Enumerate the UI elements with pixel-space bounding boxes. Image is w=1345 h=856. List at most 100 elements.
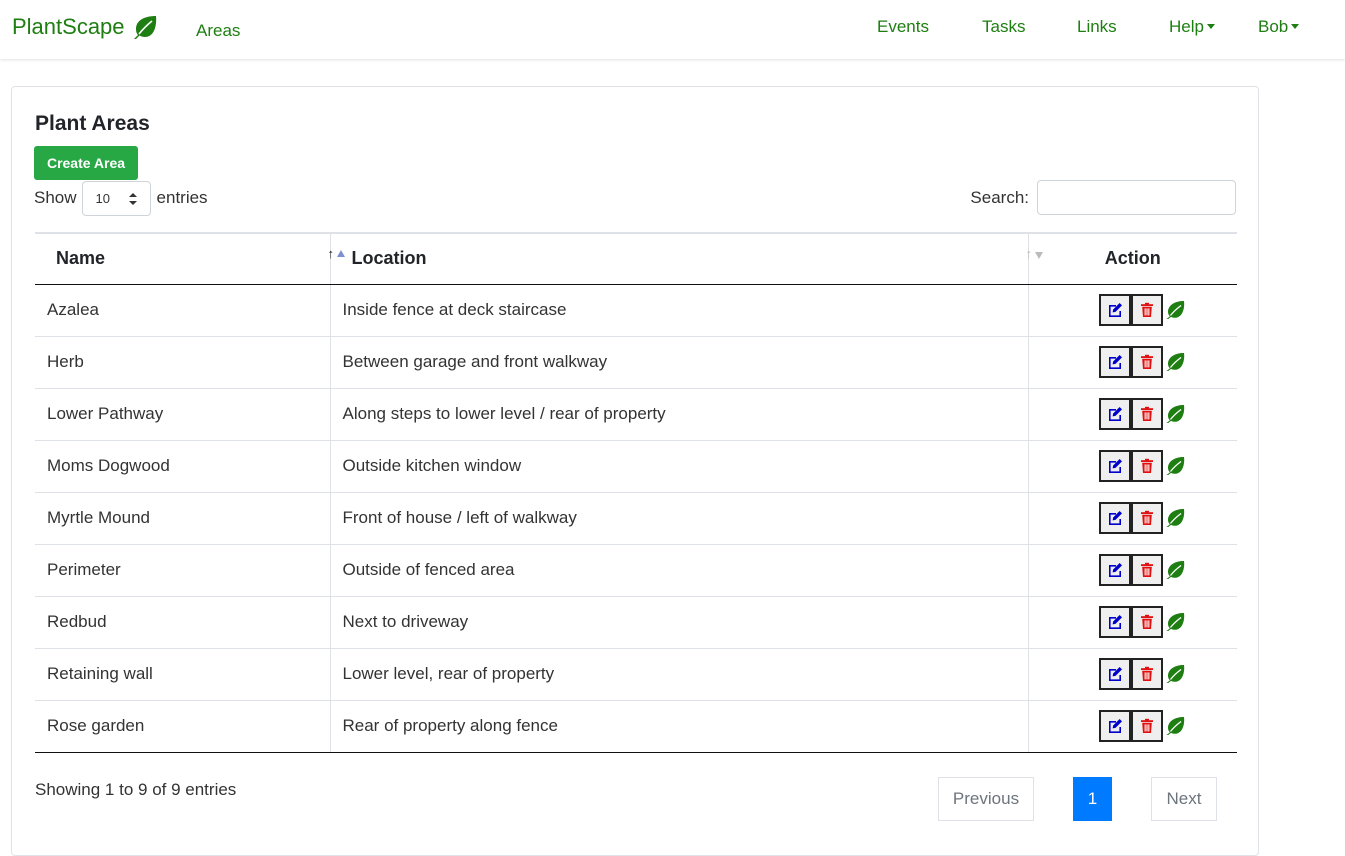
edit-button[interactable] <box>1098 606 1131 638</box>
cell-location: Between garage and front walkway <box>330 336 1029 389</box>
leaf-icon <box>1164 664 1186 684</box>
leaf-icon <box>1164 560 1186 580</box>
leaf-logo-icon <box>133 16 156 39</box>
area-location: Next to driveway <box>342 612 469 631</box>
cell-name: Retaining wall <box>35 648 331 701</box>
table-row: Moms Dogwood Outside kitchen window <box>35 440 1237 493</box>
trash-icon <box>1139 666 1155 682</box>
area-location: Between garage and front walkway <box>342 352 608 371</box>
area-name: Azalea <box>47 300 99 319</box>
nav-events[interactable]: Events <box>877 17 929 37</box>
cell-location: Front of house / left of walkway <box>330 492 1029 545</box>
next-page-button[interactable]: Next <box>1151 777 1217 821</box>
sort-both-icon: ↑ <box>1005 246 1043 262</box>
plants-button[interactable] <box>1163 402 1187 426</box>
previous-page-button[interactable]: Previous <box>938 777 1034 821</box>
edit-button[interactable] <box>1098 346 1131 378</box>
cell-actions <box>1028 336 1237 389</box>
table-row: Herb Between garage and front walkway <box>35 336 1237 389</box>
nav-user-dropdown[interactable]: Bob <box>1258 17 1300 37</box>
table-info: Showing 1 to 9 of 9 entries <box>35 780 237 799</box>
trash-icon <box>1139 614 1155 630</box>
cell-location: Along steps to lower level / rear of pro… <box>330 388 1029 441</box>
leaf-icon <box>1164 508 1186 528</box>
area-location: Along steps to lower level / rear of pro… <box>342 404 666 423</box>
entries-select[interactable]: 10 <box>81 180 151 216</box>
search-input[interactable] <box>1037 180 1236 215</box>
table-row: Lower Pathway Along steps to lower level … <box>35 388 1238 441</box>
delete-button[interactable] <box>1130 294 1163 326</box>
area-name: Lower Pathway <box>47 404 164 423</box>
edit-button[interactable] <box>1098 398 1131 430</box>
nav-tasks[interactable]: Tasks <box>982 17 1025 37</box>
page-title: Plant Areas <box>35 112 150 135</box>
table-row: Myrtle Mound Front of house / left of wal… <box>35 492 1238 545</box>
edit-icon <box>1107 614 1123 630</box>
table-row: Perimeter Outside of fenced area <box>35 544 1238 597</box>
show-label: Show <box>34 188 77 207</box>
row-actions <box>1029 502 1238 534</box>
cell-actions <box>1028 492 1238 545</box>
cell-actions <box>1028 388 1238 441</box>
edit-icon <box>1107 562 1123 578</box>
cell-actions <box>1028 700 1237 753</box>
leaf-icon <box>1164 300 1186 320</box>
plants-button[interactable] <box>1163 714 1187 738</box>
plants-button[interactable] <box>1163 350 1187 374</box>
cell-actions <box>1028 544 1238 597</box>
area-location: Front of house / left of walkway <box>342 508 577 527</box>
brand-link[interactable]: PlantScape <box>12 14 159 40</box>
search-label: Search: <box>970 187 1029 207</box>
page-1-button[interactable]: 1 <box>1073 777 1112 821</box>
delete-button[interactable] <box>1130 346 1163 378</box>
column-header-name[interactable]: Name ↑ <box>35 232 345 285</box>
leaf-icon <box>1164 456 1186 476</box>
plants-button[interactable] <box>1163 662 1187 686</box>
create-area-button[interactable]: Create Area <box>34 146 138 180</box>
row-actions <box>1029 658 1238 690</box>
plants-button[interactable] <box>1163 506 1187 530</box>
area-name: Herb <box>47 352 84 371</box>
delete-button[interactable] <box>1130 398 1163 430</box>
nav-help-dropdown[interactable]: Help <box>1169 17 1215 37</box>
delete-button[interactable] <box>1130 450 1163 482</box>
edit-button[interactable] <box>1098 502 1131 534</box>
delete-button[interactable] <box>1130 606 1163 638</box>
cell-actions <box>1028 440 1237 493</box>
search-filter: Search: <box>970 180 1236 215</box>
trash-icon <box>1139 458 1155 474</box>
area-name: Redbud <box>47 612 107 631</box>
delete-button[interactable] <box>1130 502 1163 534</box>
table-body: Azalea Inside fence at deck staircase Herb… <box>35 284 1238 753</box>
plants-button[interactable] <box>1163 610 1187 634</box>
row-actions <box>1029 554 1238 586</box>
cell-actions <box>1028 648 1238 701</box>
plants-button[interactable] <box>1163 298 1187 322</box>
cell-name: Azalea <box>35 284 331 337</box>
delete-button[interactable] <box>1130 710 1163 742</box>
plants-button[interactable] <box>1163 454 1187 478</box>
edit-icon <box>1107 354 1123 370</box>
cell-name: Moms Dogwood <box>35 440 331 493</box>
row-actions <box>1029 398 1238 430</box>
leaf-icon <box>1164 352 1186 372</box>
table-row: Rose garden Rear of property along fence <box>35 700 1237 753</box>
edit-icon <box>1107 718 1123 734</box>
table-row: Redbud Next to driveway <box>35 596 1237 649</box>
delete-button[interactable] <box>1130 554 1163 586</box>
area-location: Lower level, rear of property <box>342 664 555 683</box>
delete-button[interactable] <box>1130 658 1163 690</box>
table-row: Azalea Inside fence at deck staircase <box>35 284 1237 337</box>
cell-location: Lower level, rear of property <box>330 648 1029 701</box>
edit-button[interactable] <box>1098 710 1131 742</box>
edit-button[interactable] <box>1098 294 1131 326</box>
plants-button[interactable] <box>1163 558 1187 582</box>
cell-name: Myrtle Mound <box>35 492 331 545</box>
nav-links[interactable]: Links <box>1077 17 1117 37</box>
column-header-location[interactable]: Location ↑ <box>330 232 1043 285</box>
nav-areas[interactable]: Areas <box>196 21 240 41</box>
edit-button[interactable] <box>1098 450 1131 482</box>
edit-button[interactable] <box>1098 658 1131 690</box>
edit-button[interactable] <box>1098 554 1131 586</box>
trash-icon <box>1139 302 1155 318</box>
